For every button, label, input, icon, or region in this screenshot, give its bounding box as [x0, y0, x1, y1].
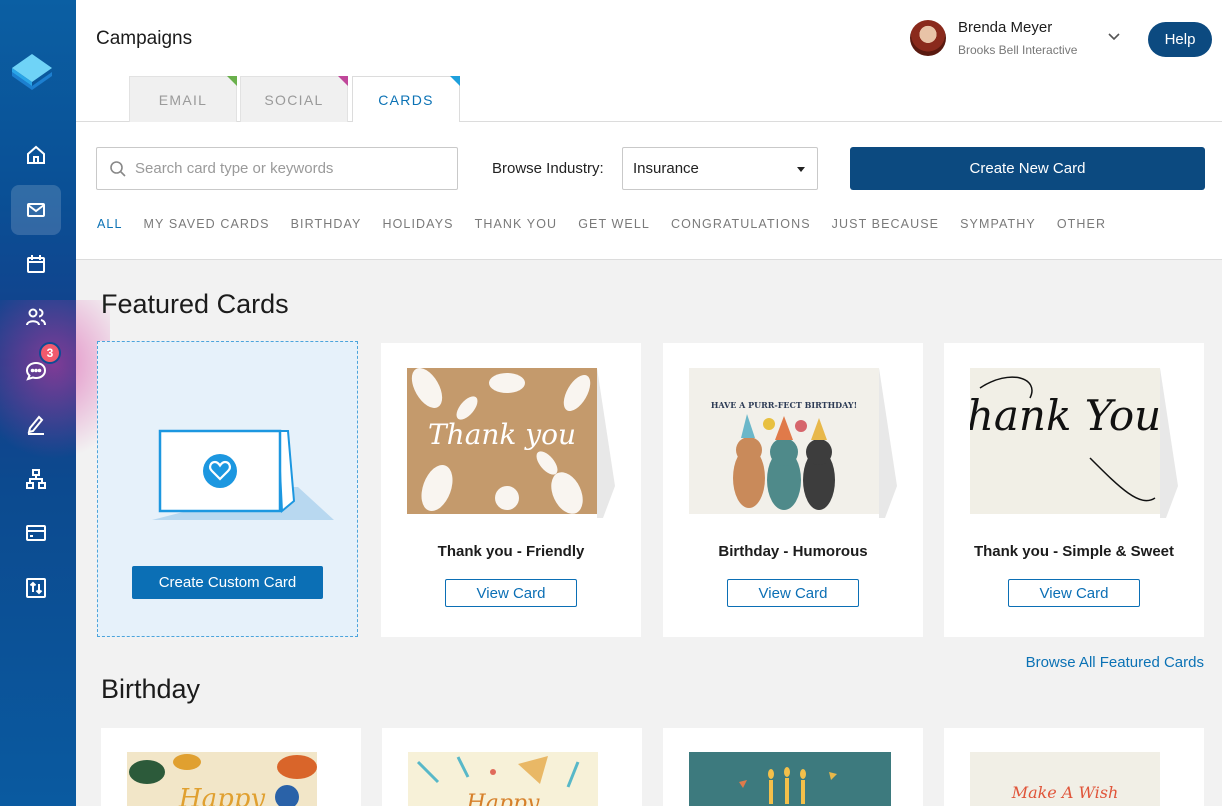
filter-just-because[interactable]: JUST BECAUSE: [832, 217, 939, 231]
sidebar-item-edit[interactable]: [11, 399, 61, 449]
search-box[interactable]: [96, 147, 458, 190]
filter-my-saved-cards[interactable]: MY SAVED CARDS: [144, 217, 270, 231]
filter-holidays[interactable]: HOLIDAYS: [382, 217, 453, 231]
help-button[interactable]: Help: [1148, 22, 1212, 57]
credit-card-icon: [26, 525, 46, 541]
home-icon: [27, 145, 45, 164]
sidebar-item-transfer[interactable]: [11, 563, 61, 613]
mail-icon: [27, 203, 45, 217]
featured-cards-heading: Featured Cards: [101, 289, 289, 319]
card-art-text: HAVE A PURR-FECT BIRTHDAY!: [711, 400, 857, 410]
view-card-button[interactable]: View Card: [727, 579, 859, 607]
featured-card-birthday-humorous[interactable]: HAVE A PURR-FECT BIRTHDAY! Birthday - Hu…: [663, 343, 923, 637]
card-title: Thank you - Simple & Sweet: [973, 543, 1175, 560]
birthday-heading: Birthday: [101, 674, 201, 704]
toolbar: Browse Industry: Insurance Create New Ca…: [76, 122, 1222, 260]
card-art-text: Thank You: [970, 391, 1161, 440]
view-card-button[interactable]: View Card: [1008, 579, 1140, 607]
sidebar-item-mail[interactable]: [11, 185, 61, 235]
search-input[interactable]: [135, 160, 435, 177]
birthday-card[interactable]: [663, 728, 923, 806]
tab-corner-marker: [227, 76, 237, 86]
header: Campaigns EMAIL SOCIAL CARDS Brenda Meye…: [76, 0, 1222, 123]
filter-all[interactable]: ALL: [97, 217, 123, 231]
sidebar: 3: [0, 0, 110, 806]
tab-email[interactable]: EMAIL: [129, 76, 237, 122]
browse-all-featured-link[interactable]: Browse All Featured Cards: [1026, 654, 1204, 671]
card-heart-illustration: [152, 429, 334, 520]
user-org: Brooks Bell Interactive: [958, 43, 1078, 57]
caret-down-icon: [797, 167, 805, 172]
card-art-text: Happy: [466, 791, 540, 806]
avatar: [910, 20, 946, 56]
industry-select[interactable]: Insurance: [622, 147, 818, 190]
birthday-card[interactable]: Happy: [101, 728, 361, 806]
tab-cards[interactable]: CARDS: [352, 76, 460, 123]
featured-card-thank-you-friendly[interactable]: Thank you Thank you - Friendly View Card: [381, 343, 641, 637]
create-custom-card-button[interactable]: Create Custom Card: [132, 566, 323, 599]
tab-cards-label: CARDS: [378, 92, 434, 108]
browse-industry-label: Browse Industry:: [492, 160, 604, 177]
sidebar-item-users[interactable]: [11, 292, 61, 342]
user-menu[interactable]: Brenda Meyer Brooks Bell Interactive: [910, 18, 1130, 58]
sitemap-icon: [26, 469, 46, 489]
card-art-birthday: Happy: [127, 752, 317, 806]
card-art-birthday: Make A Wish: [970, 752, 1160, 806]
filter-other[interactable]: OTHER: [1057, 217, 1106, 231]
card-art-text: Make A Wish: [1011, 783, 1119, 802]
tab-email-label: EMAIL: [158, 91, 208, 108]
tab-social[interactable]: SOCIAL: [240, 76, 348, 122]
card-art-text: Thank you: [428, 418, 576, 451]
edit-icon: [27, 415, 44, 435]
chevron-down-icon[interactable]: [1106, 28, 1122, 44]
create-custom-card-tile[interactable]: Create Custom Card: [97, 341, 358, 637]
page-title: Campaigns: [96, 28, 193, 49]
card-title: Thank you - Friendly: [437, 543, 585, 560]
category-filters: ALL MY SAVED CARDS BIRTHDAY HOLIDAYS THA…: [97, 217, 1106, 231]
filter-get-well[interactable]: GET WELL: [578, 217, 650, 231]
sidebar-item-sitemap[interactable]: [11, 454, 61, 504]
user-name: Brenda Meyer: [958, 19, 1053, 36]
filter-thank-you[interactable]: THANK YOU: [475, 217, 558, 231]
birthday-card[interactable]: Make A Wish: [944, 728, 1204, 806]
sidebar-item-credit-card[interactable]: [11, 508, 61, 558]
tab-social-label: SOCIAL: [264, 91, 324, 108]
sidebar-item-chat[interactable]: 3: [11, 342, 61, 396]
card-art-text: Happy: [178, 784, 265, 806]
birthday-card[interactable]: Happy: [382, 728, 642, 806]
filter-sympathy[interactable]: SYMPATHY: [960, 217, 1036, 231]
sidebar-item-home[interactable]: [11, 130, 61, 180]
calendar-icon: [27, 255, 45, 273]
users-icon: [26, 308, 46, 326]
card-title: Birthday - Humorous: [718, 543, 868, 560]
view-card-button[interactable]: View Card: [445, 579, 577, 607]
logo-icon[interactable]: [8, 48, 56, 96]
card-art-thank-you-friendly: Thank you: [407, 368, 615, 518]
search-icon: [110, 160, 126, 177]
card-art-thank-you-simple: Thank You: [970, 368, 1178, 518]
filter-birthday[interactable]: BIRTHDAY: [291, 217, 362, 231]
card-art-birthday: Happy: [408, 752, 598, 806]
sidebar-item-calendar[interactable]: [11, 239, 61, 289]
transfer-icon: [26, 578, 46, 598]
tab-corner-marker: [450, 76, 460, 86]
card-art-birthday-humorous: HAVE A PURR-FECT BIRTHDAY!: [689, 368, 897, 518]
filter-congratulations[interactable]: CONGRATULATIONS: [671, 217, 811, 231]
notification-badge: 3: [39, 342, 61, 364]
industry-select-value: Insurance: [633, 160, 699, 177]
card-art-birthday: [689, 752, 891, 806]
tab-corner-marker: [338, 76, 348, 86]
featured-card-thank-you-simple[interactable]: Thank You Thank you - Simple & Sweet Vie…: [944, 343, 1204, 637]
create-new-card-button[interactable]: Create New Card: [850, 147, 1205, 190]
